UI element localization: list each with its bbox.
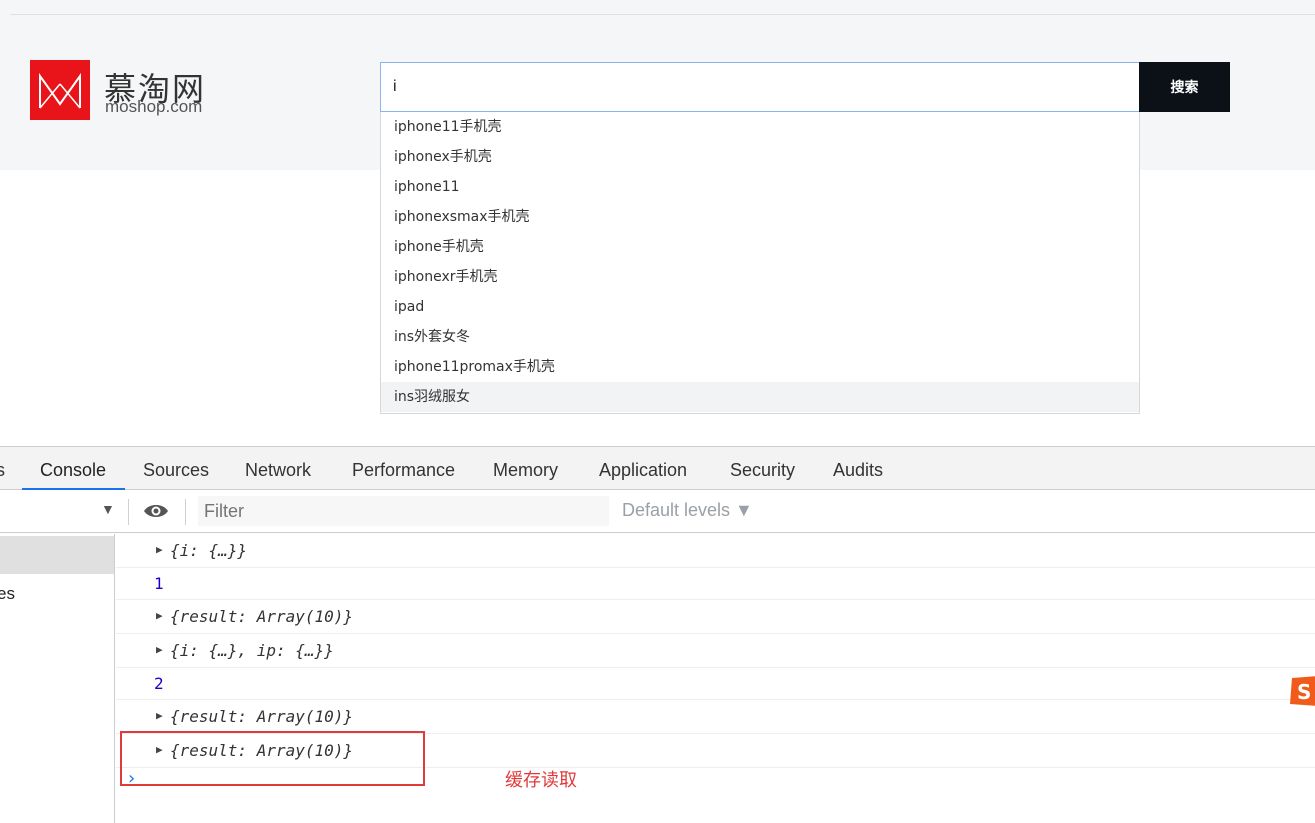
console-row: 2 — [116, 668, 1315, 700]
console-toolbar: ▼ Default levels ▼ — [0, 491, 1315, 533]
suggestion-item[interactable]: iphone11promax手机壳 — [381, 352, 1139, 382]
suggestion-item[interactable]: iphone11手机壳 — [381, 112, 1139, 142]
tab-performance[interactable]: Performance — [352, 447, 455, 490]
tab-sources[interactable]: Sources — [143, 447, 209, 490]
devtools-tabbar: s Console Sources Network Performance Me… — [0, 447, 1315, 490]
console-row[interactable]: ▶ {result: Array(10)} — [116, 700, 1315, 734]
search-button[interactable]: 搜索 — [1139, 62, 1230, 112]
suggestion-item[interactable]: iphone手机壳 — [381, 232, 1139, 262]
suggestion-item[interactable]: iphonex手机壳 — [381, 142, 1139, 172]
log-levels-dropdown[interactable]: Default levels ▼ — [622, 500, 753, 521]
tab-network[interactable]: Network — [245, 447, 311, 490]
tab-audits[interactable]: Audits — [833, 447, 883, 490]
brand-subtitle: moshop.com — [105, 97, 203, 116]
annotation-label: 缓存读取 — [505, 770, 577, 791]
expand-triangle-icon[interactable]: ▶ — [156, 609, 163, 622]
expand-triangle-icon[interactable]: ▶ — [156, 709, 163, 722]
suggestion-item[interactable]: iphone11 — [381, 172, 1139, 202]
filter-input[interactable] — [198, 496, 609, 526]
search-input[interactable] — [381, 63, 1139, 111]
suggestion-item[interactable]: ins外套女冬 — [381, 322, 1139, 352]
expand-triangle-icon[interactable]: ▶ — [156, 643, 163, 656]
suggestion-item[interactable]: iphonexsmax手机壳 — [381, 202, 1139, 232]
toolbar-divider — [128, 499, 129, 525]
console-row[interactable]: ▶ {result: Array(10)} — [116, 600, 1315, 634]
suggestion-dropdown: iphone11手机壳 iphonex手机壳 iphone11 iphonexs… — [380, 112, 1140, 414]
console-row[interactable]: ▶ {i: {…}} — [116, 534, 1315, 568]
suggestion-item[interactable]: ipad — [381, 292, 1139, 322]
tab-security[interactable]: Security — [730, 447, 795, 490]
suggestion-item-highlighted[interactable]: ins羽绒服女 — [381, 382, 1139, 412]
context-dropdown-icon[interactable]: ▼ — [101, 501, 115, 517]
console-row: 1 — [116, 568, 1315, 600]
tab-truncated[interactable]: s — [0, 447, 5, 490]
sidebar-item-label[interactable]: es — [0, 584, 15, 604]
annotation-highlight-box — [120, 731, 425, 786]
logo-icon[interactable] — [30, 60, 90, 120]
expand-triangle-icon[interactable]: ▶ — [156, 543, 163, 556]
eye-icon[interactable] — [143, 502, 169, 525]
filter-box — [198, 496, 609, 526]
console-sidebar: es — [0, 534, 115, 823]
sogou-ime-icon[interactable]: S — [1288, 674, 1315, 708]
toolbar-divider — [185, 499, 186, 525]
console-row[interactable]: ▶ {i: {…}, ip: {…}} — [116, 634, 1315, 668]
svg-text:S: S — [1297, 680, 1311, 704]
page: 慕淘网 moshop.com 搜索 iphone11手机壳 iphonex手机壳… — [0, 0, 1315, 823]
top-divider — [10, 14, 1315, 15]
tab-application[interactable]: Application — [599, 447, 687, 490]
tab-console[interactable]: Console — [22, 447, 125, 490]
sidebar-selected-item[interactable] — [0, 536, 114, 574]
suggestion-item[interactable]: iphonexr手机壳 — [381, 262, 1139, 292]
search-box — [380, 62, 1140, 112]
tab-memory[interactable]: Memory — [493, 447, 558, 490]
